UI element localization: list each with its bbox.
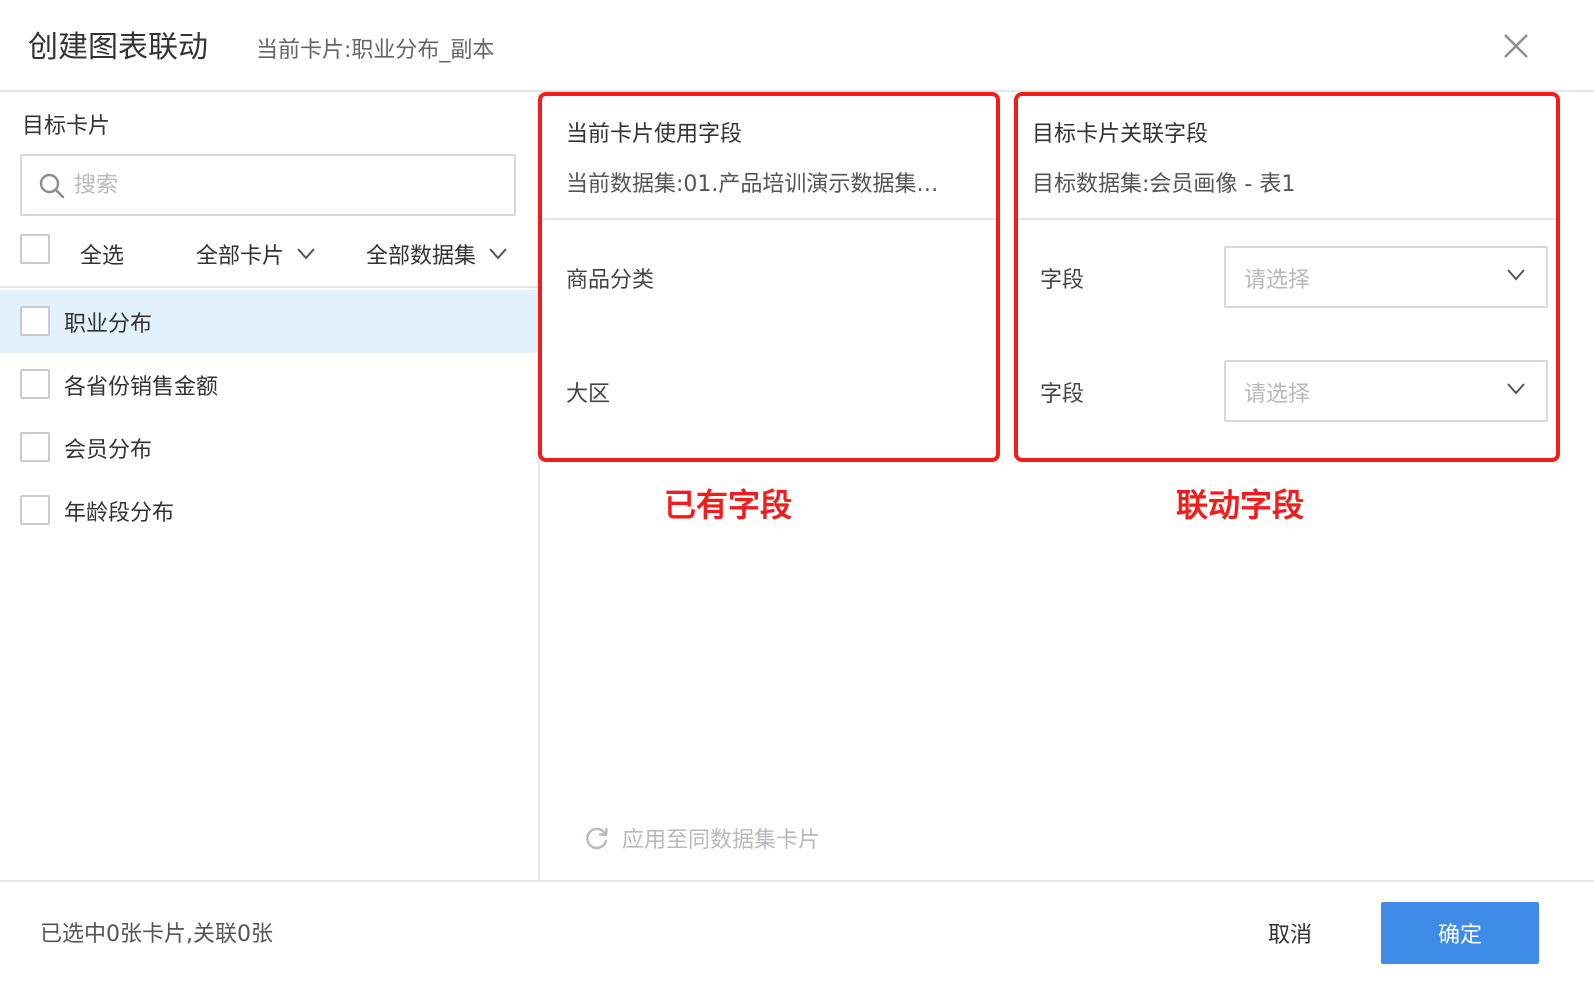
dialog-footer: 已选中0张卡片,关联0张 取消 确定	[0, 880, 1594, 994]
apply-same-dataset-label: 应用至同数据集卡片	[622, 828, 821, 853]
chevron-down-icon	[489, 248, 507, 260]
all-cards-dropdown[interactable]: 全部卡片	[196, 238, 316, 270]
search-icon	[39, 173, 65, 199]
current-fields-title: 当前卡片使用字段	[566, 122, 743, 147]
select-placeholder: 请选择	[1244, 382, 1311, 407]
target-card-fields-box: 目标卡片关联字段 目标数据集:会员画像 - 表1 字段 请选择 字段 请选择	[1014, 92, 1560, 462]
current-field-item: 商品分类	[566, 268, 655, 293]
select-placeholder: 请选择	[1244, 268, 1311, 293]
card-item-occupation[interactable]: 职业分布	[0, 290, 538, 353]
card-checkbox[interactable]	[20, 369, 50, 399]
dialog-title: 创建图表联动	[28, 30, 208, 65]
card-label: 职业分布	[64, 312, 153, 337]
dialog-subtitle: 当前卡片:职业分布_副本	[256, 38, 495, 63]
card-label: 年龄段分布	[64, 501, 175, 526]
card-list: 职业分布 各省份销售金额 会员分布 年龄段分布	[0, 290, 538, 542]
confirm-button[interactable]: 确定	[1381, 902, 1539, 964]
target-fields-header: 目标卡片关联字段 目标数据集:会员画像 - 表1	[1018, 96, 1556, 220]
select-all-checkbox[interactable]	[20, 234, 50, 264]
target-field-label: 字段	[1040, 382, 1085, 407]
all-datasets-label: 全部数据集	[366, 244, 477, 269]
dialog-header: 创建图表联动 当前卡片:职业分布_副本	[0, 0, 1594, 92]
annotation-linked-fields: 联动字段	[1176, 486, 1305, 524]
target-fields-title: 目标卡片关联字段	[1032, 122, 1209, 147]
target-cards-panel: 目标卡片 全选 全部卡片 全部数据集 职业分布 各	[0, 92, 540, 880]
search-box[interactable]	[20, 154, 516, 216]
chevron-down-icon	[1507, 269, 1525, 281]
target-field-select[interactable]: 请选择	[1224, 246, 1548, 308]
close-button[interactable]	[1496, 26, 1536, 66]
all-datasets-dropdown[interactable]: 全部数据集	[366, 238, 508, 270]
filter-row: 全选 全部卡片 全部数据集	[0, 232, 538, 288]
card-item-province-sales[interactable]: 各省份销售金额	[0, 353, 538, 416]
search-input[interactable]	[74, 156, 504, 214]
refresh-icon	[586, 827, 608, 850]
target-field-select[interactable]: 请选择	[1224, 360, 1548, 422]
target-dataset-name: 目标数据集:会员画像 - 表1	[1032, 172, 1296, 197]
current-field-item: 大区	[566, 382, 611, 407]
card-item-age-group[interactable]: 年龄段分布	[0, 479, 538, 542]
all-cards-label: 全部卡片	[196, 244, 285, 269]
cancel-button[interactable]: 取消	[1242, 902, 1338, 964]
target-cards-label: 目标卡片	[22, 114, 111, 139]
selection-status: 已选中0张卡片,关联0张	[40, 922, 273, 947]
card-checkbox[interactable]	[20, 306, 50, 336]
select-all-label: 全选	[80, 244, 125, 269]
card-checkbox[interactable]	[20, 495, 50, 525]
annotation-existing-fields: 已有字段	[664, 486, 793, 524]
chevron-down-icon	[1507, 383, 1525, 395]
chevron-down-icon	[297, 248, 315, 260]
target-field-label: 字段	[1040, 268, 1085, 293]
card-checkbox[interactable]	[20, 432, 50, 462]
card-item-member-distribution[interactable]: 会员分布	[0, 416, 538, 479]
apply-same-dataset-button[interactable]: 应用至同数据集卡片	[584, 822, 820, 854]
card-label: 各省份销售金额	[64, 375, 219, 400]
current-card-fields-box: 当前卡片使用字段 当前数据集:01.产品培训演示数据集… 商品分类 大区	[538, 92, 1000, 462]
current-fields-header: 当前卡片使用字段 当前数据集:01.产品培训演示数据集…	[542, 96, 996, 220]
current-dataset-name: 当前数据集:01.产品培训演示数据集…	[566, 172, 939, 197]
close-icon	[1504, 34, 1528, 58]
card-label: 会员分布	[64, 438, 153, 463]
